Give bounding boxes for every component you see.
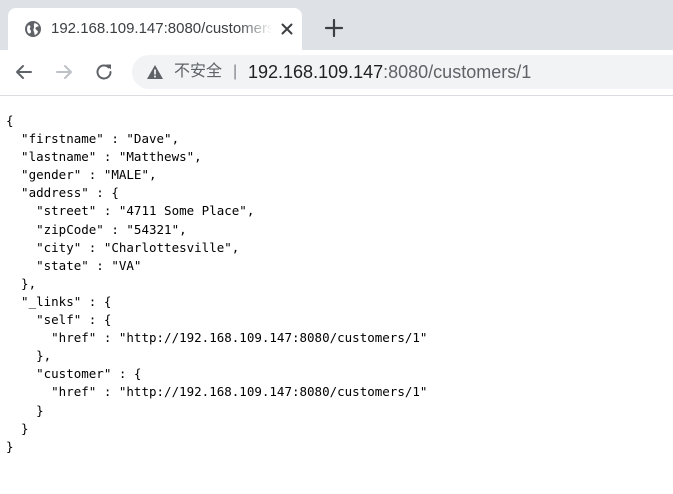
plus-icon[interactable] [322, 16, 346, 40]
globe-icon [24, 20, 42, 38]
separator: | [233, 63, 238, 80]
browser-toolbar: 不安全 | 192.168.109.147:8080/customers/1 [0, 50, 673, 96]
url-path: :8080/customers/1 [383, 62, 532, 82]
url-text[interactable]: 192.168.109.147:8080/customers/1 [248, 60, 531, 84]
tab-title: 192.168.109.147:8080/customers/1 [51, 20, 272, 37]
security-label[interactable]: 不安全 [174, 61, 222, 83]
browser-tab[interactable]: 192.168.109.147:8080/customers/1 [8, 8, 302, 50]
arrow-left-icon[interactable] [12, 60, 36, 84]
close-icon[interactable] [278, 20, 296, 38]
arrow-right-icon[interactable] [52, 60, 76, 84]
warning-triangle-icon[interactable] [146, 63, 164, 81]
url-host: 192.168.109.147 [248, 62, 384, 82]
tab-strip: 192.168.109.147:8080/customers/1 [0, 0, 673, 50]
reload-icon[interactable] [92, 60, 116, 84]
page-content: { "firstname" : "Dave", "lastname" : "Ma… [0, 96, 673, 494]
json-response-body: { "firstname" : "Dave", "lastname" : "Ma… [6, 113, 428, 454]
address-bar[interactable]: 不安全 | 192.168.109.147:8080/customers/1 [132, 55, 673, 89]
